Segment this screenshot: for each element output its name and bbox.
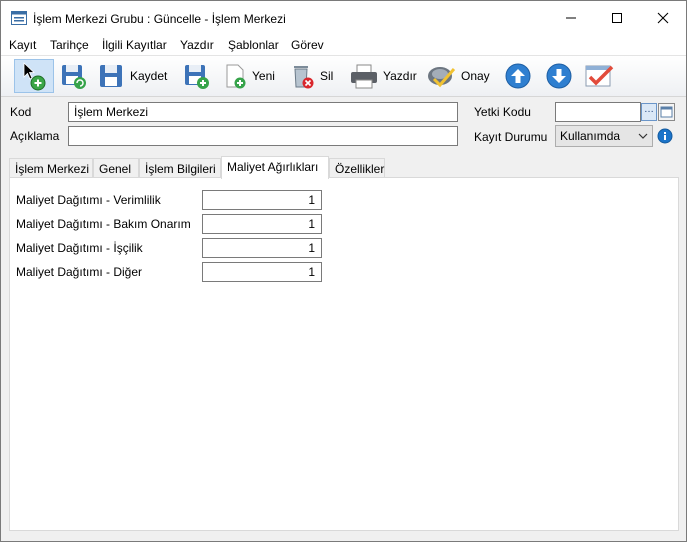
main-window: İşlem Merkezi Grubu : Güncelle - İşlem M… (0, 0, 687, 542)
verimlilik-input[interactable]: 1 (202, 190, 322, 210)
yetki-kodu-browse-button[interactable] (658, 103, 675, 121)
print-label: Yazdır (383, 69, 417, 83)
kayit-durumu-value: Kullanımda (560, 129, 621, 143)
approve-label: Onay (461, 69, 490, 83)
approve-key-icon (428, 67, 456, 88)
minimize-button[interactable] (548, 1, 594, 35)
move-up-button[interactable] (504, 59, 532, 93)
maximize-button[interactable] (594, 1, 640, 35)
aciklama-input[interactable] (68, 126, 458, 146)
arrow-up-icon (505, 63, 531, 89)
close-button[interactable] (640, 1, 686, 35)
diger-input[interactable]: 1 (202, 262, 322, 282)
menu-tarihce[interactable]: Tarihçe (50, 38, 89, 52)
checklist-icon (585, 65, 614, 87)
menu-kayit[interactable]: Kayıt (9, 38, 36, 52)
save-button[interactable]: Kaydet (97, 59, 167, 93)
iscilik-label: Maliyet Dağıtımı - İşçilik (16, 241, 143, 255)
new-button[interactable]: Yeni (223, 59, 275, 93)
cursor-add-icon (23, 62, 46, 91)
maximize-icon (612, 13, 622, 23)
title-bar: İşlem Merkezi Grubu : Güncelle - İşlem M… (1, 1, 686, 35)
trash-delete-icon (294, 66, 314, 89)
document-add-icon (226, 64, 246, 89)
toolbar: Kaydet Yeni Sil Yazdır Onay (1, 55, 686, 97)
new-label: Yeni (252, 69, 275, 83)
checklist-button[interactable] (583, 59, 615, 93)
kod-label: Kod (10, 105, 32, 119)
list-window-icon (660, 106, 673, 118)
aciklama-label: Açıklama (10, 129, 60, 143)
tab-maliyet-agirliklari[interactable]: Maliyet Ağırlıkları (221, 156, 329, 179)
floppy-add-icon (185, 65, 209, 89)
tab-ozellikler[interactable]: Özellikler (329, 158, 385, 178)
tab-islem-merkezi[interactable]: İşlem Merkezi (9, 158, 93, 178)
window-title: İşlem Merkezi Grubu : Güncelle - İşlem M… (33, 12, 286, 26)
printer-icon (351, 64, 377, 89)
yetki-kodu-label: Yetki Kodu (474, 105, 531, 119)
diger-label: Maliyet Dağıtımı - Diğer (16, 265, 143, 279)
delete-button[interactable]: Sil (289, 59, 333, 93)
save-refresh-icon (62, 65, 86, 89)
menu-yazdir[interactable]: Yazdır (180, 38, 214, 52)
yetki-kodu-lookup-button[interactable]: … (641, 103, 657, 121)
ellipsis-icon: … (644, 104, 654, 115)
info-icon[interactable] (657, 128, 673, 144)
save-refresh-button[interactable] (59, 59, 89, 93)
menu-sablonlar[interactable]: Şablonlar (228, 38, 279, 52)
move-down-button[interactable] (545, 59, 573, 93)
delete-label: Sil (320, 69, 334, 83)
tab-genel[interactable]: Genel (93, 158, 139, 178)
verimlilik-label: Maliyet Dağıtımı - Verimlilik (16, 193, 161, 207)
chevron-down-icon (638, 133, 648, 139)
maliyet-agirliklari-panel: Maliyet Dağıtımı - Verimlilik 1 Maliyet … (9, 177, 679, 531)
kod-input[interactable]: İşlem Merkezi (68, 102, 458, 122)
bakim-onarim-label: Maliyet Dağıtımı - Bakım Onarım (16, 217, 191, 231)
save-label: Kaydet (130, 69, 168, 83)
window-form-icon (11, 11, 27, 25)
minimize-icon (566, 17, 576, 19)
arrow-down-icon (546, 63, 572, 89)
kayit-durumu-select[interactable]: Kullanımda (555, 125, 653, 147)
tab-islem-bilgileri[interactable]: İşlem Bilgileri (139, 158, 221, 178)
print-button[interactable]: Yazdır (348, 59, 417, 93)
close-icon (657, 12, 669, 24)
iscilik-input[interactable]: 1 (202, 238, 322, 258)
yetki-kodu-input[interactable] (555, 102, 641, 122)
kayit-durumu-label: Kayıt Durumu (474, 130, 548, 144)
new-save-button[interactable] (182, 59, 212, 93)
approve-button[interactable]: Onay (426, 59, 490, 93)
new-record-button[interactable] (14, 59, 54, 93)
menu-gorev[interactable]: Görev (291, 38, 324, 52)
bakim-onarim-input[interactable]: 1 (202, 214, 322, 234)
menu-bar: Kayıt Tarihçe İlgili Kayıtlar Yazdır Şab… (1, 35, 686, 55)
floppy-disk-icon (100, 65, 122, 87)
menu-ilgili-kayitlar[interactable]: İlgili Kayıtlar (102, 38, 167, 52)
